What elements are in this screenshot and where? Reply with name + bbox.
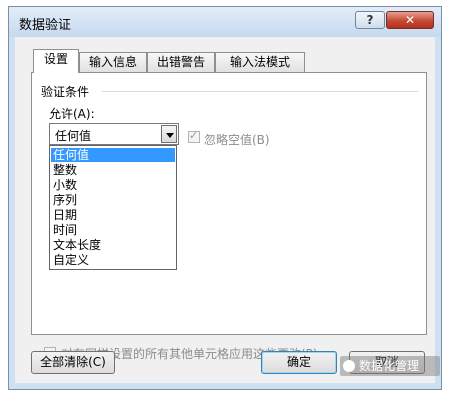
allow-label: 允许(A): bbox=[49, 107, 95, 121]
group-divider bbox=[102, 91, 418, 92]
clear-all-button[interactable]: 全部清除(C) bbox=[31, 351, 115, 374]
combobox-dropdown-button[interactable] bbox=[161, 125, 177, 143]
watermark: 数据化管理 bbox=[340, 356, 440, 376]
checkmark-icon: ✓ bbox=[189, 129, 199, 142]
option-text-length[interactable]: 文本长度 bbox=[51, 238, 175, 252]
option-custom[interactable]: 自定义 bbox=[51, 253, 175, 267]
settings-panel: 验证条件 允许(A): 任何值 ✓ 忽略空值(B) 任何值 整数 小数 序列 日… bbox=[31, 72, 427, 361]
tab-error-alert[interactable]: 出错警告 bbox=[147, 52, 215, 72]
ignore-blank-label: 忽略空值(B) bbox=[204, 133, 270, 147]
option-list[interactable]: 序列 bbox=[51, 193, 175, 207]
option-date[interactable]: 日期 bbox=[51, 208, 175, 222]
data-validation-dialog: 数据验证 ? ✕ 设置 输入信息 出错警告 输入法模式 验证条件 允许(A): … bbox=[8, 6, 442, 390]
dialog-title: 数据验证 bbox=[19, 18, 72, 33]
allow-combobox[interactable]: 任何值 bbox=[49, 123, 179, 145]
validation-criteria-label: 验证条件 bbox=[41, 85, 90, 99]
option-time[interactable]: 时间 bbox=[51, 223, 175, 237]
dialog-body: 设置 输入信息 出错警告 输入法模式 验证条件 允许(A): 任何值 ✓ 忽略空… bbox=[15, 37, 435, 383]
allow-dropdown-list: 任何值 整数 小数 序列 日期 时间 文本长度 自定义 bbox=[49, 145, 177, 270]
chevron-down-icon bbox=[166, 133, 174, 138]
allow-combobox-value: 任何值 bbox=[55, 129, 92, 143]
tab-settings[interactable]: 设置 bbox=[33, 49, 79, 73]
option-whole-number[interactable]: 整数 bbox=[51, 163, 175, 177]
help-button[interactable]: ? bbox=[355, 11, 385, 29]
close-icon: ✕ bbox=[404, 13, 416, 27]
title-bar[interactable]: 数据验证 ? ✕ bbox=[9, 7, 441, 37]
close-button[interactable]: ✕ bbox=[386, 11, 434, 29]
tab-input-message[interactable]: 输入信息 bbox=[79, 52, 147, 72]
ok-button[interactable]: 确定 bbox=[261, 351, 337, 374]
help-icon: ? bbox=[366, 13, 374, 27]
wechat-icon bbox=[343, 360, 355, 372]
option-any-value[interactable]: 任何值 bbox=[51, 148, 175, 162]
option-decimal[interactable]: 小数 bbox=[51, 178, 175, 192]
ignore-blank-checkbox[interactable]: ✓ bbox=[188, 129, 200, 143]
watermark-text: 数据化管理 bbox=[359, 359, 420, 373]
tab-ime-mode[interactable]: 输入法模式 bbox=[215, 52, 305, 72]
